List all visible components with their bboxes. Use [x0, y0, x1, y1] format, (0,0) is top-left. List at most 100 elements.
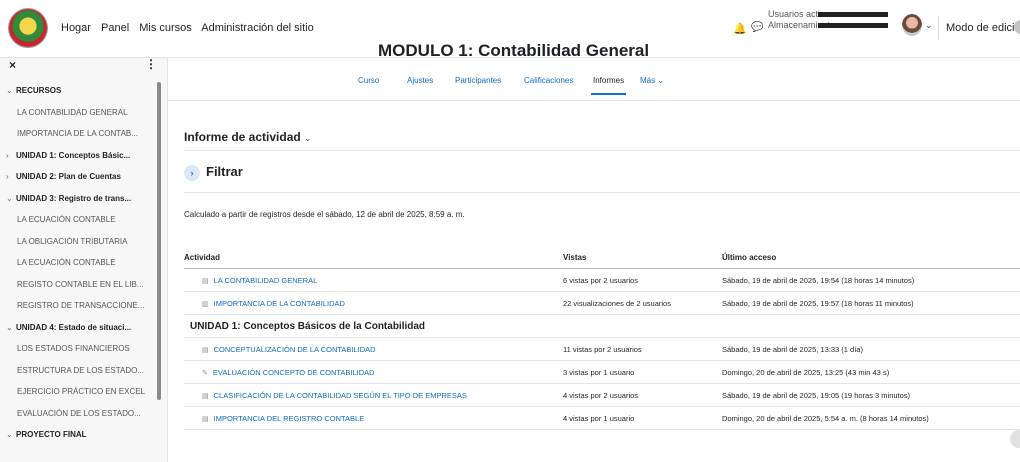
- views-cell: 11 vistas por 2 usuarios: [563, 337, 722, 361]
- course-index-item[interactable]: LA CONTABILIDAD GENERAL: [0, 102, 156, 124]
- activity-link[interactable]: IMPORTANCIA DE LA CONTABILIDAD: [214, 299, 345, 308]
- course-index-item[interactable]: IMPORTANCIA DE LA CONTAB...: [0, 123, 156, 145]
- nav-dashboard[interactable]: Panel: [101, 22, 129, 34]
- active-users-bar: [818, 12, 888, 17]
- course-index-label: PROYECTO FINAL: [16, 430, 87, 439]
- user-avatar[interactable]: [902, 14, 922, 36]
- site-logo[interactable]: [9, 9, 47, 47]
- filter-label: Filtrar: [206, 164, 243, 179]
- navbar-divider: [938, 16, 939, 40]
- activity-cell: ✎ EVALUACIÓN CONCEPTO DE CONTABILIDAD: [184, 360, 563, 384]
- course-index-section[interactable]: ⌄ UNIDAD 4: Estado de situaci...: [0, 317, 156, 339]
- course-index-label: REGISTRO DE TRANSACCIONE...: [17, 301, 145, 310]
- kebab-menu-icon[interactable]: ⋮: [145, 58, 157, 71]
- table-row: ✎ EVALUACIÓN CONCEPTO DE CONTABILIDAD 3 vi…: [184, 360, 1020, 384]
- column-header-activity: Actividad: [184, 246, 563, 269]
- course-index-label: LA CONTABILIDAD GENERAL: [17, 107, 128, 117]
- chevron-down-icon[interactable]: ⌄: [925, 20, 933, 31]
- course-index-label: RECURSOS: [16, 86, 62, 95]
- course-index-label: ESTRUCTURA DE LOS ESTADO...: [17, 365, 144, 375]
- chevron-down-icon[interactable]: ⌄: [6, 317, 16, 339]
- tab-grades[interactable]: Calificaciones: [524, 76, 573, 85]
- chat-icon[interactable]: 💬: [751, 22, 763, 33]
- activity-cell: ▥ IMPORTANCIA DE LA CONTABILIDAD: [184, 291, 563, 315]
- activity-report-table: Actividad Vistas Último acceso ▤ LA CONTA…: [184, 246, 1020, 430]
- chevron-right-icon[interactable]: ›: [6, 145, 16, 167]
- course-index-section[interactable]: ⌄ RECURSOS: [0, 80, 156, 102]
- course-index-label: IMPORTANCIA DE LA CONTAB...: [17, 129, 138, 138]
- activity-link[interactable]: CLASIFICACIÓN DE LA CONTABILIDAD SEGÚN E…: [214, 391, 467, 400]
- tab-participants[interactable]: Participantes: [455, 76, 501, 85]
- course-index-item[interactable]: EJERCICIO PRÁCTICO EN EXCEL: [0, 381, 156, 403]
- course-index-label: EVALUACIÓN DE LOS ESTADO...: [17, 408, 141, 418]
- calculation-note: Calculado a partir de registros desde el…: [184, 210, 465, 219]
- tab-course[interactable]: Curso: [358, 76, 379, 85]
- course-index-item[interactable]: LOS ESTADOS FINANCIEROS: [0, 338, 156, 360]
- nav-site-admin[interactable]: Administración del sitio: [201, 22, 314, 34]
- page-icon: ▤: [202, 277, 209, 285]
- table-row: ▤ LA CONTABILIDAD GENERAL 6 vistas por 2 u…: [184, 268, 1020, 292]
- primary-navigation: Hogar Panel Mis cursos Administración de…: [61, 22, 321, 34]
- views-cell: 6 vistas por 2 usuarios: [563, 268, 722, 292]
- course-index-list: ⌄ RECURSOS LA CONTABILIDAD GENERAL IMPORTAN…: [0, 80, 156, 446]
- course-index-label: UNIDAD 1: Conceptos Básic...: [16, 150, 131, 160]
- views-cell: 4 vistas por 2 usuarios: [563, 383, 722, 407]
- course-index-item[interactable]: LA OBLIGACIÓN TRIBUTARIA: [0, 231, 156, 253]
- course-index-label: LA ECUACIÓN CONTABLE: [17, 258, 116, 267]
- filter-toggle[interactable]: › Filtrar: [184, 164, 243, 181]
- course-index-label: UNIDAD 3: Registro de trans...: [16, 193, 132, 203]
- chevron-right-icon: ›: [184, 164, 200, 181]
- page-icon: ▤: [202, 392, 209, 400]
- activity-link[interactable]: CONCEPTUALIZACIÓN DE LA CONTABILIDAD: [214, 345, 376, 354]
- last-access-cell: Sábado, 19 de abril de 2025, 19:54 (18 h…: [722, 268, 1020, 292]
- course-index-item[interactable]: LA ECUACIÓN CONTABLE: [0, 252, 156, 274]
- edit-mode-label: Modo de edición: [946, 22, 1020, 34]
- chevron-down-icon[interactable]: ⌄: [6, 424, 16, 446]
- section-heading-row: UNIDAD 1: Conceptos Básicos de la Contab…: [184, 314, 1020, 338]
- tab-more[interactable]: Más ⌄: [640, 76, 664, 85]
- activity-link[interactable]: IMPORTANCIA DEL REGISTRO CONTABLE: [214, 414, 365, 423]
- course-index-item[interactable]: ESTRUCTURA DE LOS ESTADO...: [0, 360, 156, 382]
- course-index-drawer: × ⋮ ⌄ RECURSOS LA CONTABILIDAD GENERAL IMPO…: [0, 58, 168, 462]
- tab-settings[interactable]: Ajustes: [407, 76, 433, 85]
- nav-my-courses[interactable]: Mis cursos: [139, 22, 192, 34]
- views-cell: 3 vistas por 1 usuario: [563, 360, 722, 384]
- last-access-cell: Domingo, 20 de abril de 2025, 13:25 (43 …: [722, 360, 1020, 384]
- bell-icon[interactable]: 🔔: [733, 22, 747, 35]
- page-icon: ▤: [202, 415, 209, 423]
- nav-home[interactable]: Hogar: [61, 22, 91, 34]
- report-title: Informe de actividad: [184, 130, 301, 144]
- activity-link[interactable]: EVALUACIÓN CONCEPTO DE CONTABILIDAD: [213, 368, 375, 377]
- course-index-section[interactable]: › UNIDAD 1: Conceptos Básic...: [0, 145, 156, 167]
- activity-cell: ▤ LA CONTABILIDAD GENERAL: [184, 268, 563, 292]
- course-index-label: UNIDAD 4: Estado de situaci...: [16, 322, 132, 332]
- course-index-label: LOS ESTADOS FINANCIEROS: [17, 344, 130, 353]
- drawer-scrollbar[interactable]: [157, 82, 161, 400]
- course-index-section[interactable]: ⌄ UNIDAD 3: Registro de trans...: [0, 188, 156, 210]
- views-cell: 22 visualizaciones de 2 usuarios: [563, 291, 722, 315]
- course-index-item[interactable]: REGISTO CONTABLE EN EL LIB...: [0, 274, 156, 296]
- chevron-down-icon[interactable]: ⌄: [6, 188, 16, 210]
- activity-link[interactable]: LA CONTABILIDAD GENERAL: [214, 276, 318, 285]
- course-index-label: EJERCICIO PRÁCTICO EN EXCEL: [17, 387, 146, 396]
- last-access-cell: Sábado, 19 de abril de 2025, 19:05 (19 h…: [722, 383, 1020, 407]
- course-index-item[interactable]: EVALUACIÓN DE LOS ESTADO...: [0, 403, 156, 425]
- book-icon: ▥: [202, 300, 209, 308]
- last-access-cell: Sábado, 19 de abril de 2025, 19:57 (18 h…: [722, 291, 1020, 315]
- chevron-down-icon: ⌄: [657, 76, 665, 85]
- close-icon[interactable]: ×: [9, 58, 16, 72]
- tab-reports[interactable]: Informes: [590, 76, 627, 95]
- course-index-item[interactable]: REGISTRO DE TRANSACCIONE...: [0, 295, 156, 317]
- chevron-down-icon: ⌄: [304, 133, 312, 143]
- report-selector[interactable]: Informe de actividad ⌄: [184, 130, 312, 144]
- course-index-section[interactable]: › UNIDAD 2: Plan de Cuentas: [0, 166, 156, 188]
- views-cell: 4 vistas por 1 usuario: [563, 406, 722, 430]
- chevron-right-icon[interactable]: ›: [6, 166, 16, 188]
- last-access-cell: Domingo, 20 de abril de 2025, 5:54 a. m.…: [722, 406, 1020, 430]
- course-index-label: LA ECUACIÓN CONTABLE: [17, 215, 116, 224]
- section-heading: UNIDAD 1: Conceptos Básicos de la Contab…: [184, 314, 1020, 338]
- course-index-section[interactable]: ⌄ PROYECTO FINAL: [0, 424, 156, 446]
- course-index-item[interactable]: LA ECUACIÓN CONTABLE: [0, 209, 156, 231]
- storage-bar: [818, 23, 888, 28]
- chevron-down-icon[interactable]: ⌄: [6, 80, 16, 102]
